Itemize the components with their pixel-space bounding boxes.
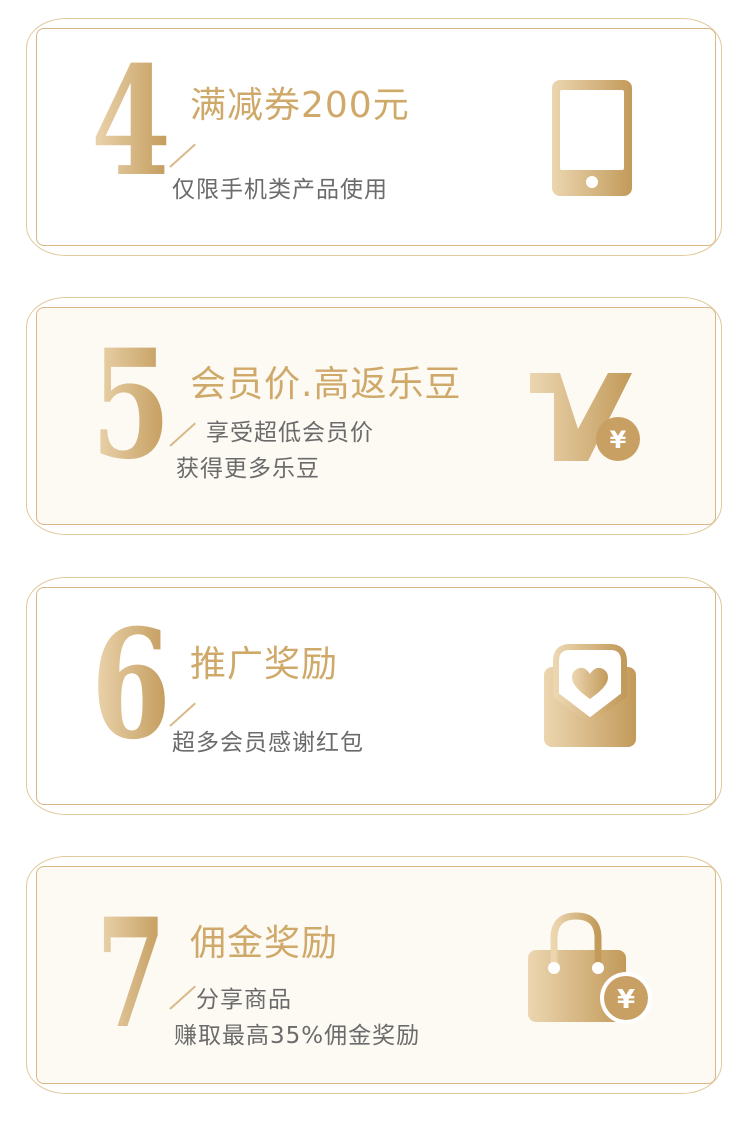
benefit-desc-line-1: 分享商品	[196, 987, 292, 1013]
svg-text:4: 4	[91, 54, 171, 184]
benefit-desc-line-1: 享受超低会员价	[206, 420, 374, 446]
number-7: 7	[96, 906, 166, 1036]
svg-text:6: 6	[91, 617, 171, 747]
number-6: 6	[91, 617, 171, 747]
benefit-card-5: 5 会员价.高返乐豆 享受超低会员价 获得更多乐豆 ¥	[20, 297, 730, 537]
benefit-card-7: 7 佣金奖励 分享商品 赚取最高35%佣金奖励 ¥	[20, 856, 730, 1096]
v-yuan-icon: ¥	[530, 373, 640, 461]
shopping-bag-yuan-icon: ¥	[528, 912, 652, 1024]
number-4: 4	[91, 54, 171, 184]
benefit-title: 佣金奖励	[190, 923, 339, 964]
benefit-card-4: 4 满减券200元 仅限手机类产品使用	[20, 18, 730, 258]
number-5: 5	[91, 337, 171, 467]
svg-text:¥: ¥	[617, 985, 635, 1015]
benefit-desc-line-1: 仅限手机类产品使用	[172, 177, 388, 203]
benefit-title: 推广奖励	[190, 644, 339, 685]
svg-text:7: 7	[96, 906, 166, 1036]
benefit-desc-line-2: 获得更多乐豆	[176, 456, 320, 482]
benefit-title: 满减券200元	[190, 85, 410, 126]
phone-icon	[552, 80, 632, 196]
svg-text:5: 5	[91, 337, 171, 467]
svg-text:¥: ¥	[610, 426, 627, 454]
benefit-desc-line-1: 超多会员感谢红包	[172, 730, 364, 756]
benefit-desc-line-2: 赚取最高35%佣金奖励	[174, 1023, 421, 1049]
heart-envelope-icon	[544, 644, 636, 747]
benefit-card-6: 6 推广奖励 超多会员感谢红包	[20, 577, 730, 817]
benefit-title: 会员价.高返乐豆	[190, 364, 462, 405]
